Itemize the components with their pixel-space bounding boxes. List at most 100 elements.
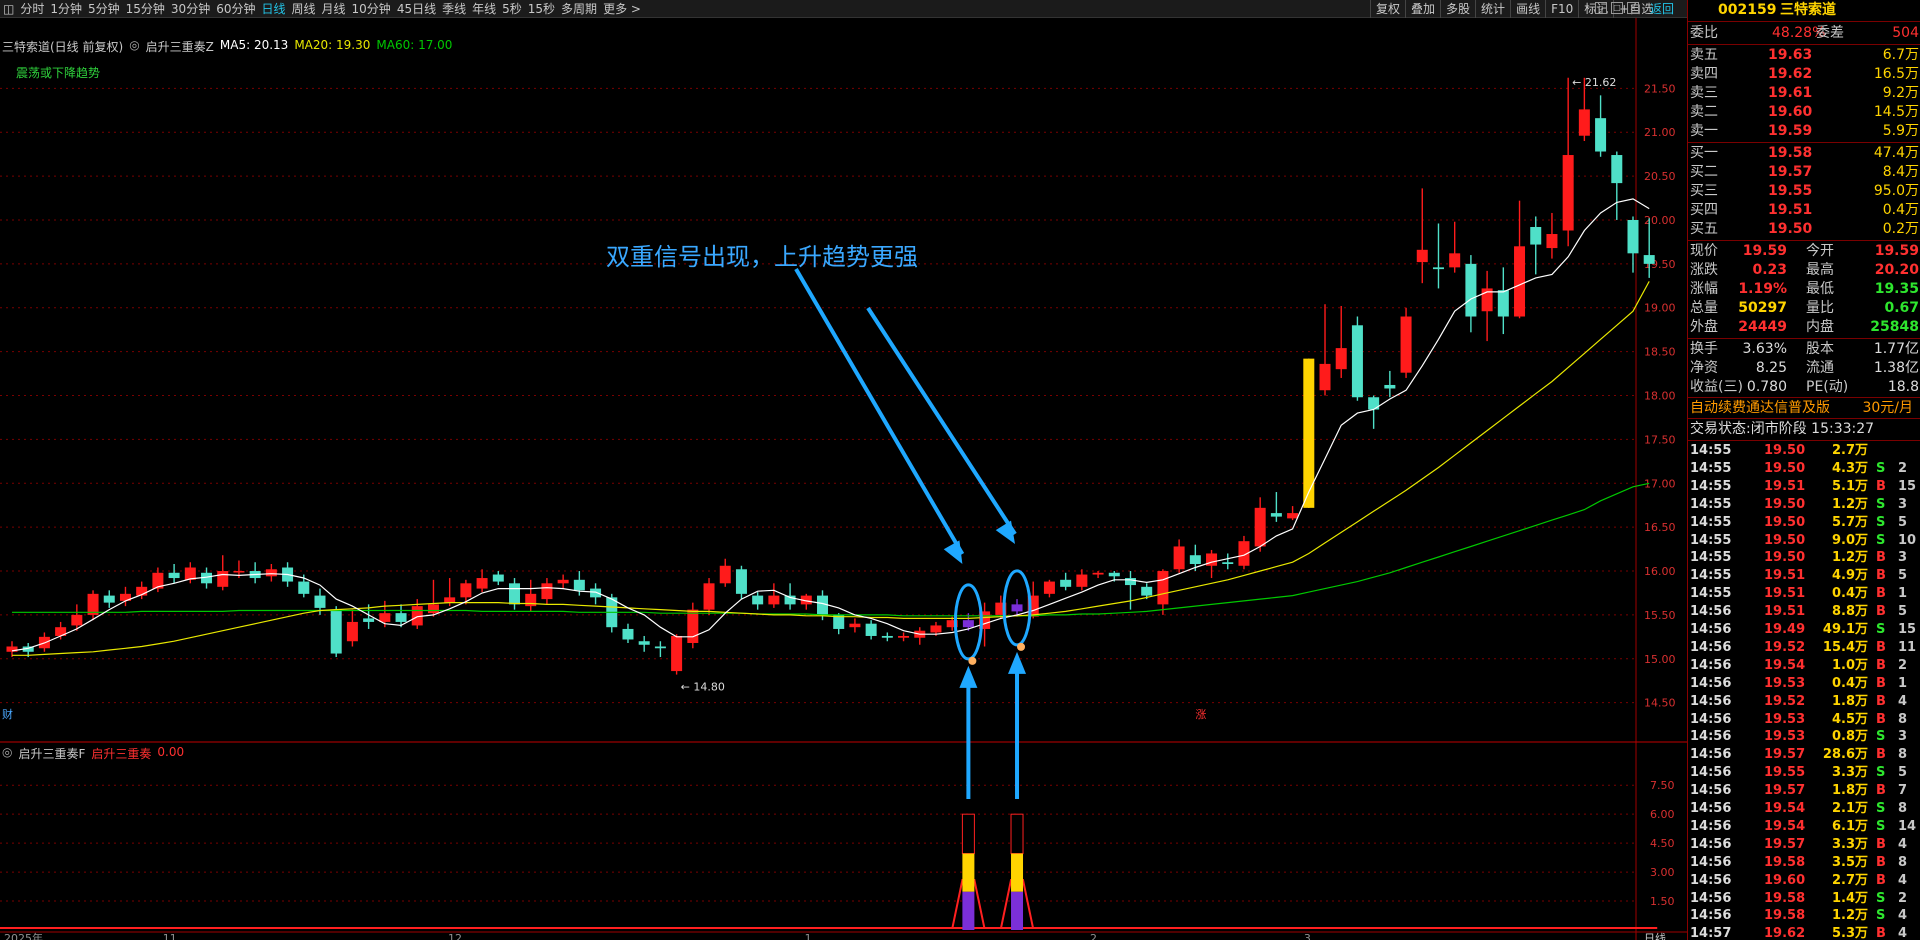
candle-body[interactable] xyxy=(1432,267,1444,270)
tool-button[interactable]: 叠加 xyxy=(1405,0,1440,18)
candle-body[interactable] xyxy=(427,604,439,614)
candle-body[interactable] xyxy=(1530,226,1542,245)
candle-body[interactable] xyxy=(1173,546,1185,570)
candle-body[interactable] xyxy=(476,578,488,589)
period-tab[interactable]: 15分钟 xyxy=(123,0,168,18)
candle-body[interactable] xyxy=(1497,290,1509,317)
candle-body[interactable] xyxy=(1562,155,1574,231)
indicator-circle-icon[interactable]: ◎ xyxy=(129,38,139,55)
tool-button[interactable]: 多股 xyxy=(1440,0,1475,18)
period-tab[interactable]: 45日线 xyxy=(394,0,439,18)
candle-body[interactable] xyxy=(1270,513,1282,517)
period-tab[interactable]: 日线 xyxy=(258,0,288,18)
sub-circle-icon[interactable]: ◎ xyxy=(2,745,12,762)
candle-body[interactable] xyxy=(817,595,828,615)
candle-body[interactable] xyxy=(541,583,553,600)
candle-body[interactable] xyxy=(1043,581,1055,594)
period-tab[interactable]: 月线 xyxy=(319,0,349,18)
period-tab[interactable]: 30分钟 xyxy=(168,0,213,18)
candle-body[interactable] xyxy=(1157,571,1169,605)
candle-body[interactable] xyxy=(719,565,731,584)
period-tab[interactable]: 1分钟 xyxy=(47,0,85,18)
candle-body[interactable] xyxy=(898,635,910,638)
candle-body[interactable] xyxy=(1319,363,1331,391)
candle-body[interactable] xyxy=(1611,155,1623,184)
candle-body[interactable] xyxy=(703,583,715,610)
period-tab[interactable]: 5分钟 xyxy=(85,0,123,18)
candle-body[interactable] xyxy=(492,574,504,582)
candle-body[interactable] xyxy=(6,646,18,652)
candle-body[interactable] xyxy=(1546,234,1558,249)
indicator-name[interactable]: 启升三重奏Z xyxy=(146,38,214,55)
candle-body[interactable] xyxy=(735,569,747,594)
candle-body[interactable] xyxy=(1335,348,1347,370)
kline-chart[interactable]: 21.5021.0020.5020.0019.5019.0018.5018.00… xyxy=(0,18,1687,940)
restore-icon[interactable]: ▫ xyxy=(1595,2,1607,14)
candle-body[interactable] xyxy=(314,595,326,608)
period-tab[interactable]: 多周期 xyxy=(558,0,600,18)
candle-body[interactable] xyxy=(1400,316,1412,373)
candle-body[interactable] xyxy=(768,595,780,605)
candle-body[interactable] xyxy=(671,635,683,672)
tool-button[interactable]: 复权 xyxy=(1370,0,1405,18)
candle-body[interactable] xyxy=(444,597,456,603)
kline-chart-area[interactable]: 21.50 21.00 20.50 20.00 19.50 19.00 18.50 18.00… xyxy=(0,18,1687,940)
tool-button[interactable]: 画线 xyxy=(1510,0,1545,18)
candle-body[interactable] xyxy=(103,595,115,603)
period-tab[interactable]: 10分钟 xyxy=(349,0,394,18)
tool-button[interactable]: 统计 xyxy=(1475,0,1510,18)
candle-body[interactable] xyxy=(1449,253,1461,268)
candle-body[interactable] xyxy=(930,625,942,633)
candle-body[interactable] xyxy=(1060,579,1072,587)
candle-body[interactable] xyxy=(1384,384,1396,389)
candle-body[interactable] xyxy=(1108,572,1120,577)
candle-body[interactable] xyxy=(1189,555,1201,565)
period-tab[interactable]: 分时 xyxy=(17,0,47,18)
menu-icon[interactable]: ◫ xyxy=(0,0,17,18)
period-tab[interactable]: 年线 xyxy=(469,0,499,18)
candle-body[interactable] xyxy=(590,588,602,598)
candle-body[interactable] xyxy=(865,623,877,636)
candle-body[interactable] xyxy=(557,579,569,584)
candle-body[interactable] xyxy=(962,620,974,628)
candle-body[interactable] xyxy=(1416,249,1428,263)
period-tab[interactable]: 更多 > xyxy=(600,0,644,18)
candle-body[interactable] xyxy=(638,641,650,645)
candle-body[interactable] xyxy=(363,618,375,622)
candle-body[interactable] xyxy=(395,613,407,622)
candle-body[interactable] xyxy=(622,628,634,640)
period-tab[interactable]: 周线 xyxy=(289,0,319,18)
maximize-icon[interactable]: □ xyxy=(1611,2,1623,14)
candle-body[interactable] xyxy=(1578,109,1590,136)
candle-body[interactable] xyxy=(1222,562,1234,565)
candle-body[interactable] xyxy=(298,581,310,594)
candle-body[interactable] xyxy=(752,595,764,605)
candle-body[interactable] xyxy=(460,583,472,598)
candle-body[interactable] xyxy=(1141,586,1153,596)
candle-body[interactable] xyxy=(1465,263,1477,317)
candle-body[interactable] xyxy=(687,609,699,643)
candle-body[interactable] xyxy=(509,583,521,605)
period-tab[interactable]: 15秒 xyxy=(525,0,558,18)
candle-body[interactable] xyxy=(346,621,358,642)
candle-body[interactable] xyxy=(1643,255,1655,264)
candle-body[interactable] xyxy=(1076,574,1088,587)
candle-body[interactable] xyxy=(233,571,245,573)
candle-body[interactable] xyxy=(1124,578,1136,586)
sub-indicator-title[interactable]: 启升三重奏F xyxy=(18,745,85,762)
candle-body[interactable] xyxy=(881,635,893,638)
candle-body[interactable] xyxy=(1287,513,1299,519)
period-tab[interactable]: 季线 xyxy=(439,0,469,18)
candle-body[interactable] xyxy=(1254,507,1266,547)
candle-body[interactable] xyxy=(1092,572,1104,575)
candle-body[interactable] xyxy=(849,623,861,628)
close-icon[interactable]: × xyxy=(1627,2,1639,14)
candle-body[interactable] xyxy=(217,571,229,587)
candle-body[interactable] xyxy=(71,614,83,626)
candle-body[interactable] xyxy=(1351,325,1363,398)
candle-body[interactable] xyxy=(573,579,585,591)
period-tab[interactable]: 60分钟 xyxy=(213,0,258,18)
candle-body[interactable] xyxy=(1595,118,1607,152)
period-tab[interactable]: 5秒 xyxy=(499,0,525,18)
candle-body[interactable] xyxy=(1627,219,1639,254)
